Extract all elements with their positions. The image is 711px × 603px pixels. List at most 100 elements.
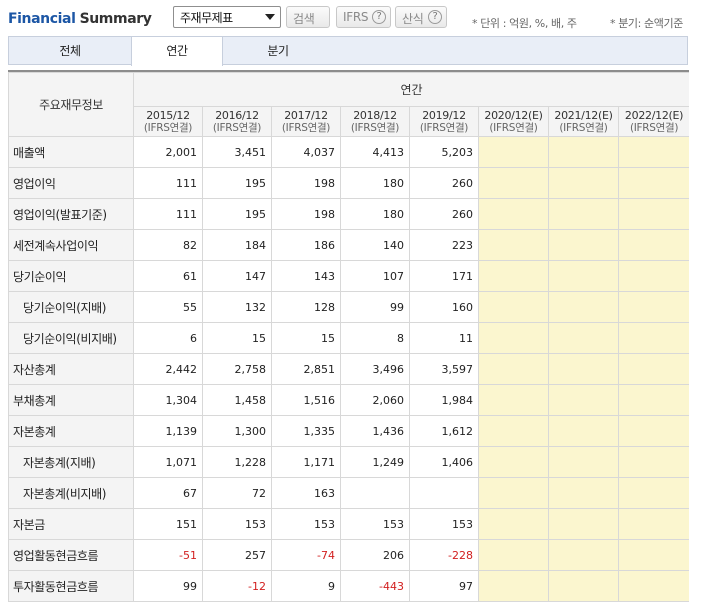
table-cell [478,167,549,199]
basis-label: (IFRS연결) [281,121,331,134]
formula-button[interactable]: 산식 ? [395,6,447,28]
table-cell: 180 [340,198,410,230]
period-label: 2021/12(E) [554,108,613,122]
table-cell: 132 [202,291,272,323]
table-cell [617,198,689,230]
tab-annual[interactable]: 연간 [131,37,223,66]
table-cell: -443 [340,570,410,602]
table-cell: 99 [133,570,203,602]
table-cell [548,446,619,478]
table-cell: 160 [409,291,479,323]
table-cell [340,477,410,509]
table-cell: 2,001 [133,136,203,168]
ifrs-button-label: IFRS [343,10,369,24]
table-row: 영업활동현금흐름 -51 257 -74 206 -228 [8,539,689,571]
column-header-period: 2017/12 (IFRS연결) [271,106,341,137]
table-cell [478,260,549,292]
table-cell: 184 [202,229,272,261]
table-row: 자산총계 2,442 2,758 2,851 3,496 3,597 [8,353,689,385]
table-cell: 186 [271,229,341,261]
title-financial: Financial [8,11,76,27]
table-cell: 1,249 [340,446,410,478]
table-cell [617,136,689,168]
table-cell [617,291,689,323]
table-cell [617,229,689,261]
period-label: 2017/12 [284,108,328,122]
table-row: 세전계속사업이익 82 184 186 140 223 [8,229,689,261]
column-header-period: 2019/12 (IFRS연결) [409,106,479,137]
tab-all[interactable]: 전체 [9,37,131,65]
table-cell: 198 [271,198,341,230]
basis-label: (IFRS연결) [350,121,400,134]
table-cell: 3,451 [202,136,272,168]
table-cell [548,570,619,602]
table-cell [548,415,619,447]
table-cell: 99 [340,291,410,323]
table-cell: 6 [133,322,203,354]
table-cell: 1,612 [409,415,479,447]
table-cell: 4,037 [271,136,341,168]
table-cell: 5,203 [409,136,479,168]
table-cell [478,291,549,323]
table-cell [548,353,619,385]
table-cell: 195 [202,167,272,199]
table-row: 자본총계 1,139 1,300 1,335 1,436 1,612 [8,415,689,447]
table-cell [478,415,549,447]
statement-type-select[interactable]: 주재무제표 [173,6,281,28]
table-cell: -228 [409,539,479,571]
tab-quarter[interactable]: 분기 [223,37,333,65]
table-cell: 1,228 [202,446,272,478]
table-cell: 111 [133,198,203,230]
table-cell [548,136,619,168]
table-cell [478,508,549,540]
table-cell [548,198,619,230]
basis-label: (IFRS연결) [489,121,538,134]
table-cell: 1,335 [271,415,341,447]
row-label: 당기순이익(지배) [8,291,134,323]
column-header-period: 2016/12 (IFRS연결) [202,106,272,137]
table-cell: 260 [409,198,479,230]
table-cell: 195 [202,198,272,230]
column-header-period: 2015/12 (IFRS연결) [133,106,203,137]
basis-label: (IFRS연결) [212,121,262,134]
row-label: 자본총계 [8,415,134,447]
table-cell: 107 [340,260,410,292]
table-cell: -51 [133,539,203,571]
row-label: 영업활동현금흐름 [8,539,134,571]
table-cell [548,508,619,540]
table-cell [548,384,619,416]
period-label: 2020/12(E) [484,108,543,122]
basis-label: (IFRS연결) [143,121,193,134]
table-cell [617,446,689,478]
table-cell: 180 [340,167,410,199]
table-row: 당기순이익(지배) 55 132 128 99 160 [8,291,689,323]
ifrs-button[interactable]: IFRS ? [336,6,391,28]
table-row: 영업이익 111 195 198 180 260 [8,167,689,199]
period-label: 2019/12 [422,108,466,122]
table-cell [478,446,549,478]
unit-note: * 단위 : 억원, %, 배, 주 [472,17,577,30]
table-cell: 15 [271,322,341,354]
table-cell [548,229,619,261]
search-button[interactable]: 검색 [286,6,330,28]
column-header-period: 2020/12(E) (IFRS연결) [478,106,549,137]
table-cell: 1,458 [202,384,272,416]
table-row: 자본총계(비지배) 67 72 163 [8,477,689,509]
table-cell: 82 [133,229,203,261]
title-summary: Summary [79,11,152,27]
period-label: 2022/12(E) [624,108,684,122]
table-cell: 1,516 [271,384,341,416]
table-cell [617,570,689,602]
table-cell [617,384,689,416]
column-header-period: 2021/12(E) (IFRS연결) [548,106,619,137]
period-label: 2015/12 [146,108,190,122]
table-cell: 153 [202,508,272,540]
page-title: Financial Summary [8,11,152,27]
table-cell [409,477,479,509]
table-cell: 163 [271,477,341,509]
quarter-basis-note: * 분기: 순액기준 [610,17,683,30]
column-header-period: 2022/12(E) (IFRS연결) [617,106,689,137]
table-cell: 1,139 [133,415,203,447]
table-cell: 1,406 [409,446,479,478]
table-cell: 3,597 [409,353,479,385]
